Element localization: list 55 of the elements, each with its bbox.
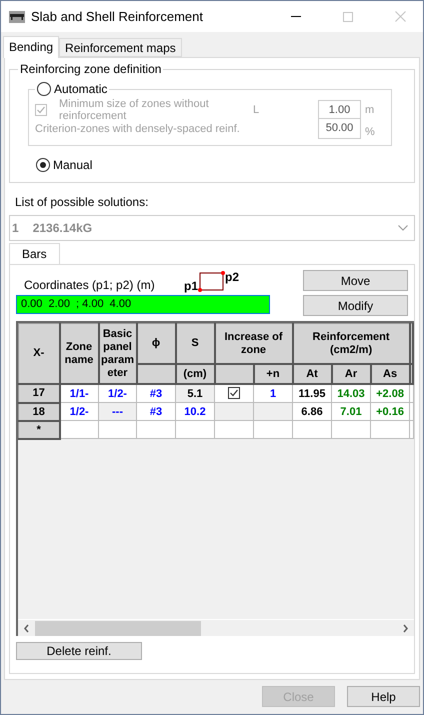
column-header: Ar [332, 364, 371, 384]
checkbox[interactable] [228, 386, 240, 398]
row-header[interactable]: 17 [18, 384, 60, 402]
cell-value: 6.86 [301, 406, 323, 418]
cell-value: 1 [270, 388, 276, 400]
cell-value: #3 [150, 388, 162, 400]
cell-value: +0.16 [376, 406, 404, 418]
column-header: As [370, 364, 410, 384]
column-header: ϕ [136, 324, 176, 364]
cell-value: 5.1 [187, 388, 203, 400]
field-label: Coordinates (p1; p2) (m) [24, 278, 156, 292]
unit-label: m [365, 104, 376, 116]
tab[interactable]: Reinforcement maps [59, 38, 182, 57]
group-title: Reinforcing zone definition [19, 62, 162, 76]
tab[interactable]: Bending [3, 36, 60, 58]
action-button[interactable]: Modify [303, 295, 408, 316]
column-header: Reinforcement (cm2/m) [292, 324, 410, 364]
coordinates-field[interactable]: 0.00 2.00 ; 4.00 4.00 [16, 295, 270, 314]
option-label: Criterion-zones with densely-spaced reinf. [35, 122, 241, 134]
radio-option[interactable]: Manual [36, 158, 406, 172]
column-header: Basic panel parameter [98, 324, 136, 384]
point-label: p1 [184, 279, 198, 293]
column-header: S [176, 324, 214, 364]
symbol-label: L [253, 104, 260, 116]
field-label: List of possible solutions: [15, 195, 150, 209]
column-header: Increase of zone [214, 324, 293, 364]
dialog-button[interactable]: Help [347, 686, 420, 707]
horizontal-scrollbar[interactable] [18, 619, 414, 636]
column-header: (cm) [176, 364, 214, 384]
cell-value: 1/2- [108, 388, 127, 400]
scrollbar-thumb[interactable] [35, 620, 201, 636]
cell-value: 10.2 [184, 406, 206, 418]
option-label: Minimum size of zones without reinforcement [59, 98, 210, 122]
column-header: Zone name [60, 324, 98, 384]
cell-value: #3 [150, 406, 162, 418]
cell-value: 7.01 [340, 406, 362, 418]
window-title: Slab and Shell Reinforcement [31, 9, 204, 24]
column-header: X- [18, 324, 60, 384]
point-label: p2 [225, 270, 240, 284]
tab[interactable]: Bars [9, 243, 60, 264]
cell-value: --- [112, 406, 123, 418]
rectangle-icon [198, 271, 226, 292]
delete-button[interactable]: Delete reinf. [16, 642, 142, 660]
chevron-icon [398, 225, 408, 231]
cell-value: +2.08 [376, 388, 404, 400]
cell-value: 1/1- [70, 388, 89, 400]
action-button[interactable]: Move [303, 270, 408, 291]
cell-value: 1/2- [70, 406, 89, 418]
column-header: At [292, 364, 332, 384]
unit-label: % [365, 124, 376, 138]
slab-icon [9, 10, 25, 22]
cell-value: 11.95 [298, 388, 326, 400]
radio-option[interactable]: Automatic [37, 82, 108, 96]
column-header: +n [254, 364, 293, 384]
cell-value: 14.03 [337, 388, 365, 400]
